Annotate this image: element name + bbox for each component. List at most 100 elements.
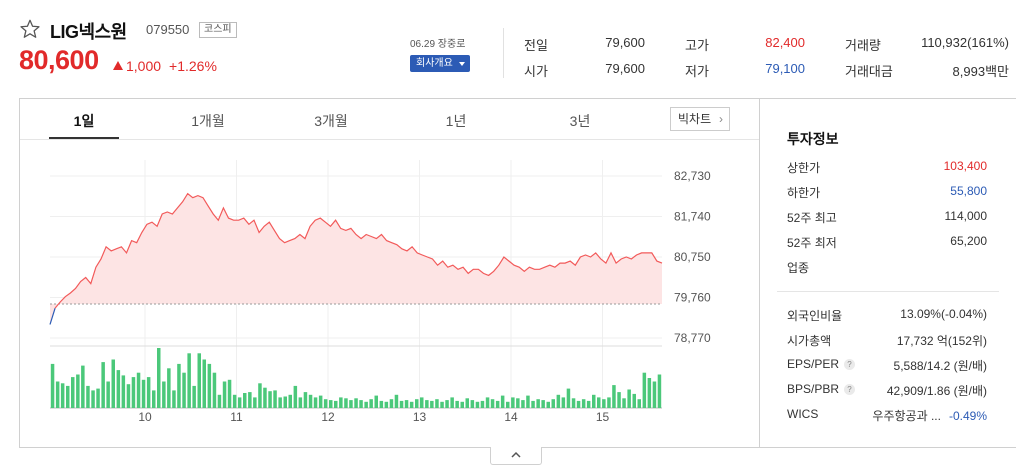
volume-bar — [248, 392, 252, 408]
up-triangle-icon — [113, 61, 123, 70]
volume-bar — [146, 377, 151, 408]
open-value: 79,600 — [605, 61, 645, 76]
tab-3year[interactable]: 3년 — [545, 111, 615, 131]
y-tick-label: 78,770 — [674, 331, 711, 345]
info-row-bps-pbr: BPS/PBR? 42,909/1.86 (원/배) — [787, 382, 987, 398]
collapse-button[interactable] — [490, 447, 542, 465]
volume-bar — [475, 401, 480, 408]
low-value: 79,100 — [765, 61, 805, 76]
low-label: 저가 — [685, 64, 709, 79]
volume-bar — [546, 401, 550, 408]
help-icon[interactable]: ? — [844, 359, 856, 370]
volume-bar — [556, 394, 561, 408]
volume-bar — [455, 400, 459, 408]
volume-bar — [222, 381, 227, 408]
volume-bar — [167, 368, 171, 408]
info-divider — [777, 291, 999, 292]
info-row-upper-limit: 상한가 103,400 — [787, 159, 987, 175]
volume-label: 거래량 — [845, 38, 881, 53]
volume-bar — [76, 374, 80, 408]
help-icon[interactable]: ? — [844, 384, 856, 395]
volume-bar — [571, 398, 576, 408]
volume-bar — [637, 399, 641, 408]
volume-bar — [323, 399, 328, 408]
volume-bar — [81, 365, 85, 408]
volume-bar — [465, 398, 469, 408]
x-tick-label: 10 — [138, 410, 152, 424]
amount-value: 8,993백만 — [952, 64, 1009, 79]
volume-bar — [253, 397, 257, 408]
volume-bar — [359, 400, 363, 408]
info-value: 114,000 — [944, 209, 988, 223]
y-tick-label: 81,740 — [674, 210, 711, 224]
volume-bar — [86, 385, 90, 408]
volume-bar — [485, 397, 490, 408]
info-label: 52주 최고 — [787, 211, 837, 225]
volume-bar — [308, 394, 313, 408]
volume-bar — [172, 390, 176, 408]
volume-bar — [288, 394, 292, 408]
volume-bar — [293, 385, 298, 408]
volume-bar — [521, 400, 525, 408]
info-row-lower-limit: 하한가 55,800 — [787, 184, 987, 200]
intraday-chart[interactable]: 82,730 81,740 80,750 79,760 78,770 10 11 12 13 14… — [20, 140, 759, 447]
x-tick-label: 13 — [413, 410, 427, 424]
market-badge: 코스피 — [199, 22, 237, 38]
volume-bar — [440, 401, 444, 408]
volume-bar — [511, 397, 515, 408]
volume-bar — [232, 394, 237, 408]
volume-bar — [136, 372, 141, 408]
volume-bar — [207, 363, 212, 408]
volume-bar — [399, 400, 404, 408]
volume-bar — [91, 390, 95, 408]
change-amount: 1,000 — [126, 58, 162, 74]
info-row-52w-high: 52주 최고 114,000 — [787, 209, 987, 225]
info-row-52w-low: 52주 최저 65,200 — [787, 234, 987, 250]
volume-bar — [541, 400, 545, 408]
volume-bar — [71, 377, 75, 408]
volume-bar — [283, 396, 287, 408]
volume-bar — [394, 394, 399, 408]
y-tick-label: 82,730 — [674, 169, 711, 183]
volume-bar — [460, 401, 464, 408]
volume-bar — [566, 388, 571, 408]
volume-bar — [526, 395, 530, 408]
info-label: WICS — [787, 407, 819, 421]
tab-1day[interactable]: 1일 — [49, 111, 119, 131]
volume-bar — [60, 383, 65, 408]
company-overview-button[interactable]: 회사개요 — [410, 55, 470, 72]
chevron-up-icon — [511, 451, 521, 458]
favorite-star-icon[interactable] — [19, 18, 41, 40]
volume-bar — [551, 399, 555, 408]
volume-bar — [576, 400, 581, 408]
volume-bar — [243, 393, 247, 408]
tab-1month[interactable]: 1개월 — [173, 111, 243, 131]
volume-bar — [334, 400, 338, 408]
quote-time: 06.29 장중로 — [410, 39, 466, 50]
volume-bar — [607, 397, 611, 408]
volume-bar — [647, 378, 652, 408]
info-label: 하한가 — [787, 186, 821, 200]
volume-bar — [506, 401, 510, 408]
volume-bar — [111, 359, 115, 408]
volume-bar — [627, 389, 631, 408]
volume-bar — [500, 395, 505, 408]
stock-code: 079550 — [146, 22, 190, 37]
x-tick-label: 11 — [230, 410, 243, 424]
wics-sector-link[interactable]: 우주항공과 ... — [872, 409, 941, 423]
big-chart-button[interactable]: 빅차트 › — [670, 107, 730, 131]
tab-3month[interactable]: 3개월 — [296, 111, 366, 131]
volume-bar — [415, 399, 419, 408]
volume-bar — [612, 385, 616, 408]
info-value: 103,400 — [943, 159, 987, 173]
volume-bar — [536, 399, 540, 408]
volume-bar — [182, 372, 186, 408]
y-tick-label: 79,760 — [674, 291, 711, 305]
volume-bar — [227, 379, 232, 408]
volume-bar — [435, 399, 439, 408]
stock-name[interactable]: LIG넥스원 — [50, 18, 127, 44]
price-area-fill — [50, 193, 662, 325]
info-label: EPS/PER — [787, 357, 840, 371]
tab-1year[interactable]: 1년 — [421, 111, 491, 131]
volume-bar — [597, 397, 601, 408]
